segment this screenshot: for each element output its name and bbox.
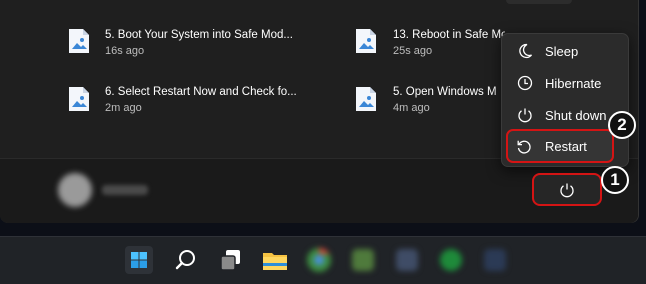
hibernate-option[interactable]: Hibernate	[502, 69, 628, 97]
image-file-icon	[356, 87, 376, 111]
recommended-time: 2m ago	[105, 102, 142, 114]
power-icon	[560, 183, 574, 198]
moon-icon	[519, 43, 533, 59]
step-badge-2: 2	[608, 111, 636, 139]
step-badge-1: 1	[601, 166, 629, 194]
power-icon	[518, 108, 532, 123]
recommended-title: 6. Select Restart Now and Check fo...	[105, 86, 297, 98]
app-icon[interactable]	[481, 246, 509, 274]
username[interactable]	[102, 185, 148, 195]
recommended-time: 16s ago	[105, 45, 145, 57]
recommended-item[interactable]: 13. Reboot in Safe Mode 25s ago	[347, 22, 507, 62]
app-icon[interactable]	[437, 246, 465, 274]
restart-option[interactable]: Restart	[506, 129, 614, 163]
hibernate-label: Hibernate	[545, 76, 602, 91]
recommended-title: 5. Boot Your System into Safe Mod...	[105, 29, 293, 41]
recommended-item[interactable]: 5. Boot Your System into Safe Mod... 16s…	[60, 22, 310, 62]
power-button[interactable]	[532, 173, 602, 206]
image-file-icon	[69, 29, 89, 53]
shutdown-label: Shut down	[545, 108, 607, 123]
recommended-title: 5. Open Windows M	[393, 86, 497, 98]
app-icon[interactable]	[349, 246, 377, 274]
chrome-icon[interactable]	[305, 246, 333, 274]
sleep-option[interactable]: Sleep	[502, 37, 628, 65]
clock-icon	[517, 75, 533, 91]
restart-label: Restart	[545, 139, 587, 154]
search-icon[interactable]	[172, 246, 200, 274]
sleep-label: Sleep	[545, 44, 579, 59]
task-view-icon[interactable]	[217, 246, 245, 274]
recommended-time: 25s ago	[393, 45, 433, 57]
recommended-item[interactable]: 6. Select Restart Now and Check fo... 2m…	[60, 80, 310, 120]
recommended-time: 4m ago	[393, 102, 430, 114]
file-explorer-icon[interactable]	[261, 246, 289, 274]
avatar[interactable]	[58, 173, 92, 207]
recommended-item[interactable]: 5. Open Windows M 4m ago	[347, 80, 507, 120]
image-file-icon	[69, 87, 89, 111]
image-file-icon	[356, 29, 376, 53]
app-icon[interactable]	[393, 246, 421, 274]
windows-start-icon[interactable]	[125, 246, 153, 274]
restart-icon	[517, 140, 531, 154]
more-button[interactable]	[506, 0, 572, 4]
recommended-title: 13. Reboot in Safe Mode	[393, 29, 505, 41]
